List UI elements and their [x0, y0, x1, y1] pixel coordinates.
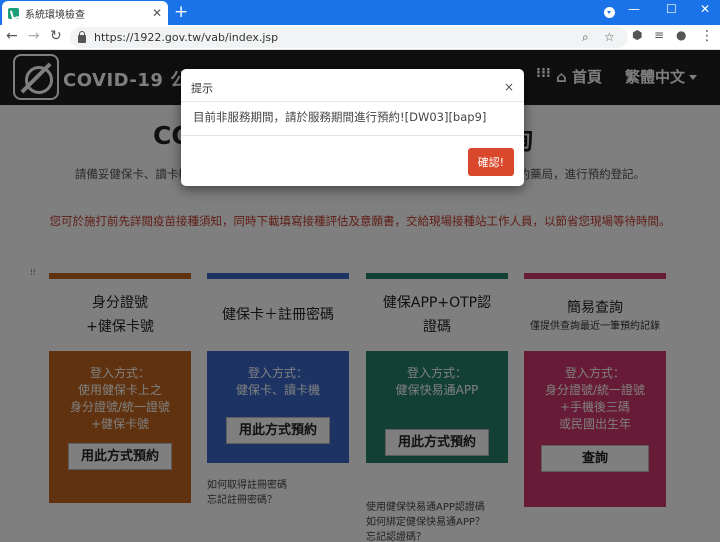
browser-tab[interactable]: 系統環境檢查 ✕	[2, 1, 168, 25]
tab-search-icon[interactable]	[604, 7, 615, 18]
new-tab-button[interactable]: +	[174, 2, 188, 22]
forward-button[interactable]: →	[28, 28, 40, 44]
dialog-title: 提示	[191, 82, 213, 95]
site-favicon-icon	[8, 7, 19, 19]
address-bar[interactable]: https://1922.gov.tw/vab/index.jsp ⌕ ☆	[70, 27, 628, 48]
reload-button[interactable]: ↻	[50, 28, 62, 44]
back-button[interactable]: ←	[6, 28, 18, 44]
confirm-button[interactable]: 確認!	[467, 148, 514, 176]
extensions-icon[interactable]: ⬢	[632, 28, 642, 42]
address-url: https://1922.gov.tw/vab/index.jsp	[94, 31, 279, 44]
reading-list-icon[interactable]: ≡	[654, 28, 664, 42]
dialog-header: 提示 ×	[181, 69, 524, 102]
profile-avatar-icon[interactable]: ●	[676, 28, 686, 42]
minimize-button[interactable]: —	[628, 2, 640, 16]
close-icon[interactable]: ×	[504, 80, 514, 94]
maximize-button[interactable]: ☐	[666, 2, 677, 16]
browser-tab-strip: 系統環境檢查 ✕ + — ☐ ✕	[0, 0, 720, 25]
tab-title: 系統環境檢查	[25, 9, 85, 21]
lock-icon[interactable]	[78, 30, 86, 43]
dialog-footer: 確認!	[181, 136, 524, 186]
tab-close-icon[interactable]: ✕	[152, 6, 162, 20]
bookmark-star-icon[interactable]: ☆	[604, 30, 615, 44]
zoom-icon[interactable]: ⌕	[582, 30, 589, 45]
dialog-message: 目前非服務期間，請於服務期間進行預約![DW03][bap9]	[181, 102, 524, 136]
browser-toolbar: ← → ↻ https://1922.gov.tw/vab/index.jsp …	[0, 25, 720, 50]
alert-dialog: 提示 × 目前非服務期間，請於服務期間進行預約![DW03][bap9] 確認!	[181, 69, 524, 186]
window-close-button[interactable]: ✕	[700, 2, 710, 16]
browser-menu-icon[interactable]: ⋮	[700, 28, 714, 44]
